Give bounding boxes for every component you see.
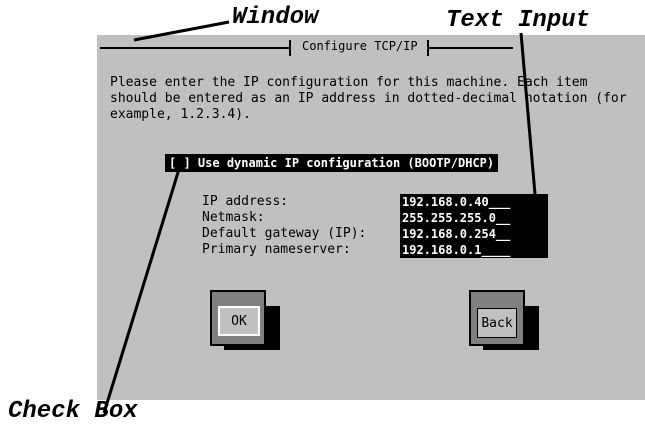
callout-leader-lines <box>102 20 541 414</box>
window-leader-line <box>133 20 230 42</box>
text-input-leader-line <box>519 32 541 241</box>
check-box-leader-line <box>102 165 182 414</box>
